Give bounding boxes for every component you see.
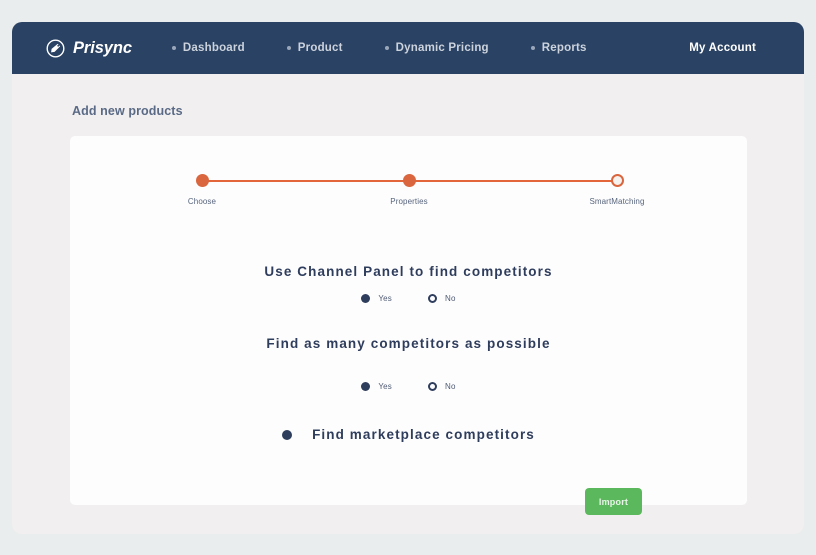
content-card: Choose Properties SmartMatching Use Chan… xyxy=(70,136,747,515)
question-text: Find as many competitors as possible xyxy=(266,336,551,351)
app-shell: Prisync Dashboard Product Dynamic Pricin… xyxy=(12,22,804,534)
step-label: Properties xyxy=(390,197,428,206)
radio-label: No xyxy=(445,294,456,303)
option-find-marketplace-competitors[interactable]: Find marketplace competitors xyxy=(70,427,747,442)
radio-selected-icon xyxy=(361,382,371,391)
step-smartmatching[interactable]: SmartMatching xyxy=(567,174,667,206)
option-label: Find marketplace competitors xyxy=(312,427,535,442)
nav-item-label: Reports xyxy=(541,42,587,54)
bullet-icon xyxy=(384,46,389,50)
nav-item-dashboard[interactable]: Dashboard xyxy=(171,42,245,54)
radio-label: No xyxy=(445,382,456,391)
radio-label: Yes xyxy=(378,294,392,303)
brand-name: Prisync xyxy=(73,38,132,57)
nav-item-dynamic-pricing[interactable]: Dynamic Pricing xyxy=(384,42,489,54)
radio-selected-icon xyxy=(282,429,293,440)
radio-unselected-icon xyxy=(428,382,437,391)
radio-group-find-many-competitors: Yes No xyxy=(70,382,747,391)
nav-item-reports[interactable]: Reports xyxy=(530,42,587,54)
nav-item-label: Dashboard xyxy=(182,42,245,54)
step-properties[interactable]: Properties xyxy=(359,174,459,206)
radio-selected-icon xyxy=(361,294,371,303)
step-choose[interactable]: Choose xyxy=(152,174,252,206)
step-dot-filled-icon xyxy=(402,174,416,187)
question-channel-panel: Use Channel Panel to find competitors Ye… xyxy=(70,264,747,303)
progress-stepper: Choose Properties SmartMatching xyxy=(188,174,644,220)
nav-item-label: Dynamic Pricing xyxy=(395,42,489,54)
page-title: Add new products xyxy=(72,104,183,118)
step-label: SmartMatching xyxy=(589,197,645,206)
top-navigation-bar: Prisync Dashboard Product Dynamic Pricin… xyxy=(12,22,804,74)
question-text: Use Channel Panel to find competitors xyxy=(264,264,553,279)
prisync-tag-circle-icon xyxy=(46,38,65,58)
radio-option-no[interactable]: No xyxy=(428,382,456,391)
nav-item-label: Product xyxy=(297,42,343,54)
radio-option-yes[interactable]: Yes xyxy=(361,382,392,391)
radio-option-no[interactable]: No xyxy=(428,294,456,303)
radio-group-channel-panel: Yes No xyxy=(70,294,747,303)
question-find-many-competitors: Find as many competitors as possible Yes… xyxy=(70,336,747,391)
my-account-menu[interactable]: My Account xyxy=(689,42,778,54)
bullet-icon xyxy=(286,46,291,50)
step-dot-hollow-icon xyxy=(610,174,624,187)
bullet-icon xyxy=(530,46,535,50)
nav-links: Dashboard Product Dynamic Pricing Report… xyxy=(171,42,629,54)
bullet-icon xyxy=(171,46,176,50)
step-dot-filled-icon xyxy=(195,174,209,187)
radio-option-yes[interactable]: Yes xyxy=(361,294,392,303)
step-label: Choose xyxy=(187,197,217,206)
radio-label: Yes xyxy=(378,382,392,391)
radio-unselected-icon xyxy=(428,294,437,303)
nav-item-product[interactable]: Product xyxy=(286,42,343,54)
import-button[interactable]: Import xyxy=(585,488,642,515)
brand-logo[interactable]: Prisync xyxy=(46,39,132,58)
